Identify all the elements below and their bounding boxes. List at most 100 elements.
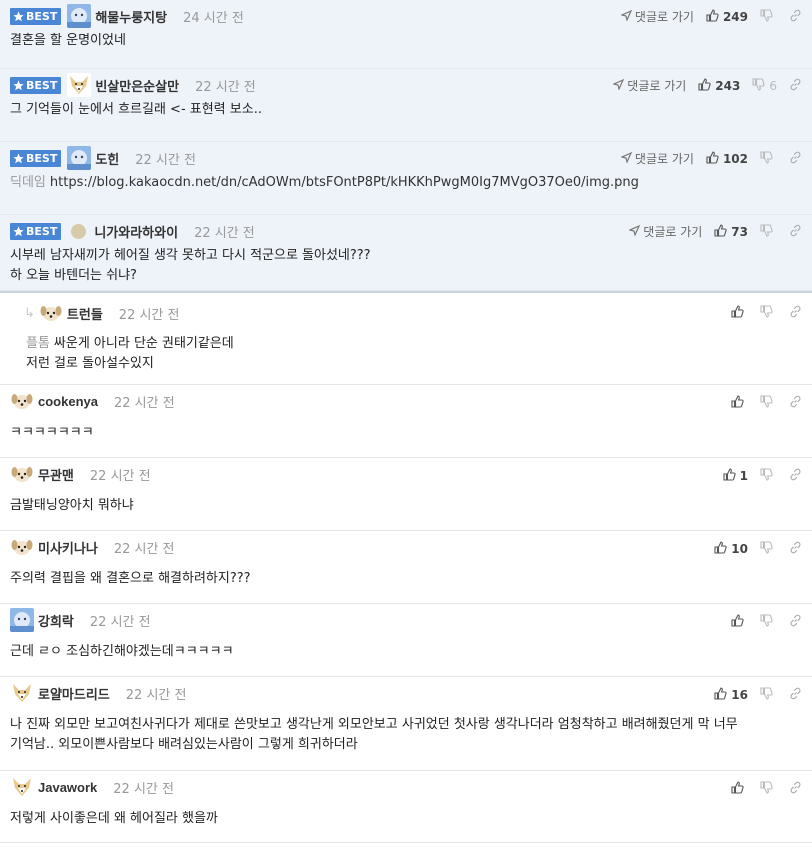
nickname[interactable]: 도힌 xyxy=(95,149,119,168)
dislike-button[interactable] xyxy=(760,468,777,484)
send-arrow-icon xyxy=(620,151,633,166)
nickname[interactable]: 해물누룽지탕 xyxy=(95,7,167,26)
like-button[interactable]: 243 xyxy=(698,77,741,94)
comment-body: 결혼을 할 운명이었네 xyxy=(10,31,126,51)
link-icon[interactable] xyxy=(789,781,802,797)
link-icon[interactable] xyxy=(789,151,802,167)
goto-comment-button[interactable]: 댓글로 가기 xyxy=(620,150,694,167)
like-button[interactable] xyxy=(731,305,748,321)
thumbs-down-icon xyxy=(760,541,773,557)
link-icon[interactable] xyxy=(789,687,802,703)
like-button[interactable]: 1 xyxy=(723,468,748,484)
comment-text: 그 기억들이 눈에서 흐르길래 <- 표현력 보소.. xyxy=(10,102,262,117)
comment-body: 시부레 남자새끼가 헤어질 생각 못하고 다시 적군으로 돌아섰네??? 하 오늘… xyxy=(10,246,371,286)
comment-actions xyxy=(731,781,802,797)
comment: 무관맨 22 시간 전 1 금발태닝양아치 뭐하냐 xyxy=(0,458,812,531)
dislike-button[interactable] xyxy=(760,150,777,167)
nickname[interactable]: 로얄마드리드 xyxy=(38,684,110,703)
dislike-button[interactable] xyxy=(760,223,777,240)
comment-body: 플톰 싸운게 아니라 단순 권태기같은데 저런 걸로 돌아설수있지 xyxy=(26,334,234,374)
send-arrow-icon xyxy=(628,224,641,239)
goto-label: 댓글로 가기 xyxy=(643,225,703,239)
like-button[interactable]: 102 xyxy=(706,150,748,167)
comment-text-line2: 기억남.. 외모이쁜사람보다 배려심있는사람이 그렇게 희귀하더라 xyxy=(10,737,358,752)
nickname-prefix: 플톰 xyxy=(26,336,50,351)
like-button[interactable]: 10 xyxy=(714,541,748,557)
like-count: 243 xyxy=(715,78,741,93)
dislike-button[interactable] xyxy=(760,781,777,797)
like-count: 10 xyxy=(731,542,748,556)
nickname[interactable]: 빈살만은순살만 xyxy=(95,76,179,95)
nickname[interactable]: cookenya xyxy=(38,394,98,409)
comment-actions: 10 xyxy=(714,541,802,557)
like-button[interactable]: 249 xyxy=(706,8,748,25)
like-count: 249 xyxy=(722,9,748,24)
dislike-button[interactable] xyxy=(760,8,777,25)
comment-text[interactable]: https://blog.kakaocdn.net/dn/cAdOWm/btsF… xyxy=(50,175,639,190)
goto-comment-button[interactable]: 댓글로 가기 xyxy=(612,77,686,94)
comment-text: 시부레 남자새끼가 헤어질 생각 못하고 다시 적군으로 돌아섰네??? xyxy=(10,248,371,263)
dislike-button[interactable]: 6 xyxy=(752,77,777,94)
timestamp: 24 시간 전 xyxy=(183,10,244,26)
reply-arrow-icon: ↳ xyxy=(24,305,35,321)
best-badge: BEST xyxy=(10,149,62,167)
dislike-button[interactable] xyxy=(760,541,777,557)
nickname[interactable]: 미사키나나 xyxy=(38,538,98,557)
comment-body: 근데 ㄹㅇ 조심하긴해야겠는데ㅋㅋㅋㅋㅋ xyxy=(10,642,234,662)
nickname[interactable]: 무관맨 xyxy=(38,465,74,484)
like-button[interactable] xyxy=(731,614,748,630)
star-icon xyxy=(13,226,24,237)
dog-avatar-icon xyxy=(10,535,34,559)
comment-text: 근데 ㄹㅇ 조심하긴해야겠는데ㅋㅋㅋㅋㅋ xyxy=(10,644,234,659)
comment-header: BEST 도힌 22 시간 전 xyxy=(10,146,196,170)
dislike-button[interactable] xyxy=(760,614,777,630)
dislike-button[interactable] xyxy=(760,687,777,703)
best-comment: BEST 니가와라하와이 22 시간 전 댓글로 가기 73 시부레 남자새끼가 헤어질 … xyxy=(0,215,812,291)
timestamp: 22 시간 전 xyxy=(125,687,187,703)
comment-text: 나 진짜 외모만 보고여친사귀다가 제대로 쓴맛보고 생각난게 외모안보고 사귀… xyxy=(10,717,738,732)
comment-text: 싸운게 아니라 단순 권태기같은데 xyxy=(53,336,234,351)
comment: cookenya 22 시간 전 ㅋㅋㅋㅋㅋㅋㅋ xyxy=(0,385,812,458)
goto-label: 댓글로 가기 xyxy=(634,152,694,166)
link-icon[interactable] xyxy=(789,9,802,25)
blue-avatar-icon xyxy=(67,4,92,28)
like-button[interactable]: 73 xyxy=(714,223,748,240)
thumbs-down-icon xyxy=(760,223,773,240)
star-icon xyxy=(13,11,24,22)
timestamp: 22 시간 전 xyxy=(118,307,180,323)
thumbs-up-icon xyxy=(714,223,727,240)
blue-avatar-icon xyxy=(10,608,34,632)
best-label: BEST xyxy=(26,9,58,23)
link-icon[interactable] xyxy=(789,541,802,557)
comment-header: 로얄마드리드 22 시간 전 xyxy=(10,681,187,705)
nickname[interactable]: Javawork xyxy=(38,780,97,795)
thumbs-down-icon xyxy=(760,305,773,321)
comment-body: 나 진짜 외모만 보고여친사귀다가 제대로 쓴맛보고 생각난게 외모안보고 사귀… xyxy=(10,715,738,755)
goto-comment-button[interactable]: 댓글로 가기 xyxy=(628,223,703,240)
nickname[interactable]: 니가와라하와이 xyxy=(94,222,178,241)
nickname-prefix: 딕데임 xyxy=(10,175,46,190)
link-icon[interactable] xyxy=(789,395,802,411)
like-count: 1 xyxy=(739,469,748,483)
goto-comment-button[interactable]: 댓글로 가기 xyxy=(620,8,694,25)
like-button[interactable] xyxy=(731,395,748,411)
send-arrow-icon xyxy=(620,9,633,24)
link-icon[interactable] xyxy=(789,614,802,630)
nickname[interactable]: 강희락 xyxy=(38,611,74,630)
link-icon[interactable] xyxy=(789,468,802,484)
link-icon[interactable] xyxy=(789,305,802,321)
link-icon[interactable] xyxy=(789,78,802,94)
like-button[interactable] xyxy=(731,781,748,797)
timestamp: 22 시간 전 xyxy=(135,152,196,168)
thumbs-up-icon xyxy=(731,614,744,630)
link-icon[interactable] xyxy=(789,224,802,240)
nickname[interactable]: 트런들 xyxy=(67,304,103,323)
dislike-button[interactable] xyxy=(760,305,777,321)
best-label: BEST xyxy=(26,151,58,165)
thumbs-down-icon xyxy=(760,781,773,797)
comment-header: BEST 해물누룽지탕 24 시간 전 xyxy=(10,4,244,28)
like-button[interactable]: 16 xyxy=(714,687,748,703)
dislike-button[interactable] xyxy=(760,395,777,411)
thumbs-up-icon xyxy=(706,8,719,25)
timestamp: 22 시간 전 xyxy=(113,395,175,411)
